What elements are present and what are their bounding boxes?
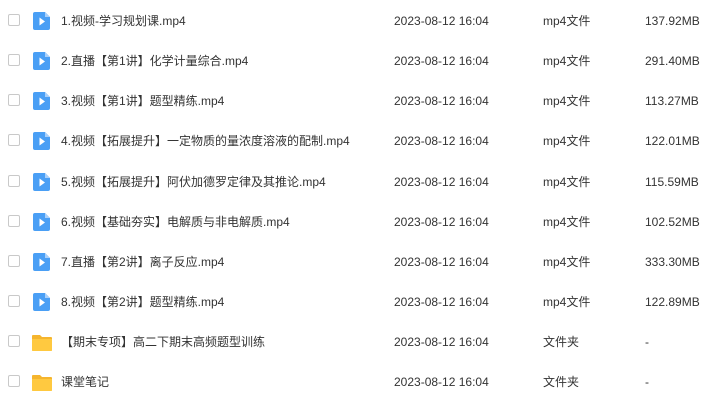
file-row[interactable]: 2.直播【第1讲】化学计量综合.mp4 2023-08-12 16:04 mp4… xyxy=(0,41,723,81)
folder-name[interactable]: 【期末专项】高二下期末高频题型训练 xyxy=(61,322,265,362)
modified-date: 2023-08-12 16:04 xyxy=(394,134,489,148)
row-checkbox[interactable] xyxy=(8,175,20,187)
modified-date: 2023-08-12 16:04 xyxy=(394,255,489,269)
row-checkbox[interactable] xyxy=(8,14,20,26)
modified-date: 2023-08-12 16:04 xyxy=(394,295,489,309)
modified-date: 2023-08-12 16:04 xyxy=(394,215,489,229)
file-size: 122.01MB xyxy=(645,134,700,148)
video-file-icon xyxy=(33,132,50,150)
file-type: mp4文件 xyxy=(543,295,591,309)
row-checkbox[interactable] xyxy=(8,375,20,387)
file-size: 291.40MB xyxy=(645,54,700,68)
file-name[interactable]: 8.视频【第2讲】题型精练.mp4 xyxy=(61,282,224,322)
file-type: mp4文件 xyxy=(543,175,591,189)
file-type: mp4文件 xyxy=(543,54,591,68)
file-type: mp4文件 xyxy=(543,14,591,28)
file-size: 137.92MB xyxy=(645,14,700,28)
file-row[interactable]: 7.直播【第2讲】离子反应.mp4 2023-08-12 16:04 mp4文件… xyxy=(0,242,723,282)
file-row[interactable]: 3.视频【第1讲】题型精练.mp4 2023-08-12 16:04 mp4文件… xyxy=(0,81,723,121)
file-name[interactable]: 4.视频【拓展提升】一定物质的量浓度溶液的配制.mp4 xyxy=(61,121,350,161)
file-row[interactable]: 5.视频【拓展提升】阿伏加德罗定律及其推论.mp4 2023-08-12 16:… xyxy=(0,162,723,202)
modified-date: 2023-08-12 16:04 xyxy=(394,335,489,349)
row-checkbox[interactable] xyxy=(8,255,20,267)
file-name[interactable]: 1.视频-学习规划课.mp4 xyxy=(61,1,186,41)
video-file-icon xyxy=(33,92,50,110)
modified-date: 2023-08-12 16:04 xyxy=(394,175,489,189)
video-file-icon xyxy=(33,12,50,30)
row-checkbox[interactable] xyxy=(8,54,20,66)
modified-date: 2023-08-12 16:04 xyxy=(394,375,489,389)
modified-date: 2023-08-12 16:04 xyxy=(394,54,489,68)
file-row[interactable]: 1.视频-学习规划课.mp4 2023-08-12 16:04 mp4文件 13… xyxy=(0,1,723,41)
file-type: 文件夹 xyxy=(543,335,580,349)
row-checkbox[interactable] xyxy=(8,94,20,106)
file-name[interactable]: 7.直播【第2讲】离子反应.mp4 xyxy=(61,242,224,282)
file-size: 113.27MB xyxy=(645,94,699,108)
file-row[interactable]: 4.视频【拓展提升】一定物质的量浓度溶液的配制.mp4 2023-08-12 1… xyxy=(0,121,723,161)
file-size: 102.52MB xyxy=(645,215,700,229)
file-size: - xyxy=(645,335,649,349)
folder-row[interactable]: 课堂笔记 2023-08-12 16:04 文件夹 - xyxy=(0,362,723,402)
row-checkbox[interactable] xyxy=(8,335,20,347)
modified-date: 2023-08-12 16:04 xyxy=(394,94,489,108)
modified-date: 2023-08-12 16:04 xyxy=(394,14,489,28)
folder-icon xyxy=(32,335,52,351)
file-name[interactable]: 2.直播【第1讲】化学计量综合.mp4 xyxy=(61,41,248,81)
video-file-icon xyxy=(33,173,50,191)
row-checkbox[interactable] xyxy=(8,134,20,146)
file-list: 1.视频-学习规划课.mp4 2023-08-12 16:04 mp4文件 13… xyxy=(0,0,723,397)
file-row[interactable]: 8.视频【第2讲】题型精练.mp4 2023-08-12 16:04 mp4文件… xyxy=(0,282,723,322)
file-name[interactable]: 6.视频【基础夯实】电解质与非电解质.mp4 xyxy=(61,202,290,242)
file-type: mp4文件 xyxy=(543,94,591,108)
folder-icon xyxy=(32,375,52,391)
file-type: 文件夹 xyxy=(543,375,580,389)
file-size: 122.89MB xyxy=(645,295,700,309)
video-file-icon xyxy=(33,293,50,311)
video-file-icon xyxy=(33,52,50,70)
video-file-icon xyxy=(33,253,50,271)
row-checkbox[interactable] xyxy=(8,295,20,307)
file-type: mp4文件 xyxy=(543,255,591,269)
file-type: mp4文件 xyxy=(543,215,591,229)
file-row[interactable]: 6.视频【基础夯实】电解质与非电解质.mp4 2023-08-12 16:04 … xyxy=(0,202,723,242)
file-name[interactable]: 3.视频【第1讲】题型精练.mp4 xyxy=(61,81,224,121)
file-size: 115.59MB xyxy=(645,175,699,189)
file-name[interactable]: 5.视频【拓展提升】阿伏加德罗定律及其推论.mp4 xyxy=(61,162,326,202)
video-file-icon xyxy=(33,213,50,231)
row-checkbox[interactable] xyxy=(8,215,20,227)
folder-name[interactable]: 课堂笔记 xyxy=(61,362,109,402)
file-size: - xyxy=(645,375,649,389)
file-size: 333.30MB xyxy=(645,255,700,269)
folder-row[interactable]: 【期末专项】高二下期末高频题型训练 2023-08-12 16:04 文件夹 - xyxy=(0,322,723,362)
file-type: mp4文件 xyxy=(543,134,591,148)
